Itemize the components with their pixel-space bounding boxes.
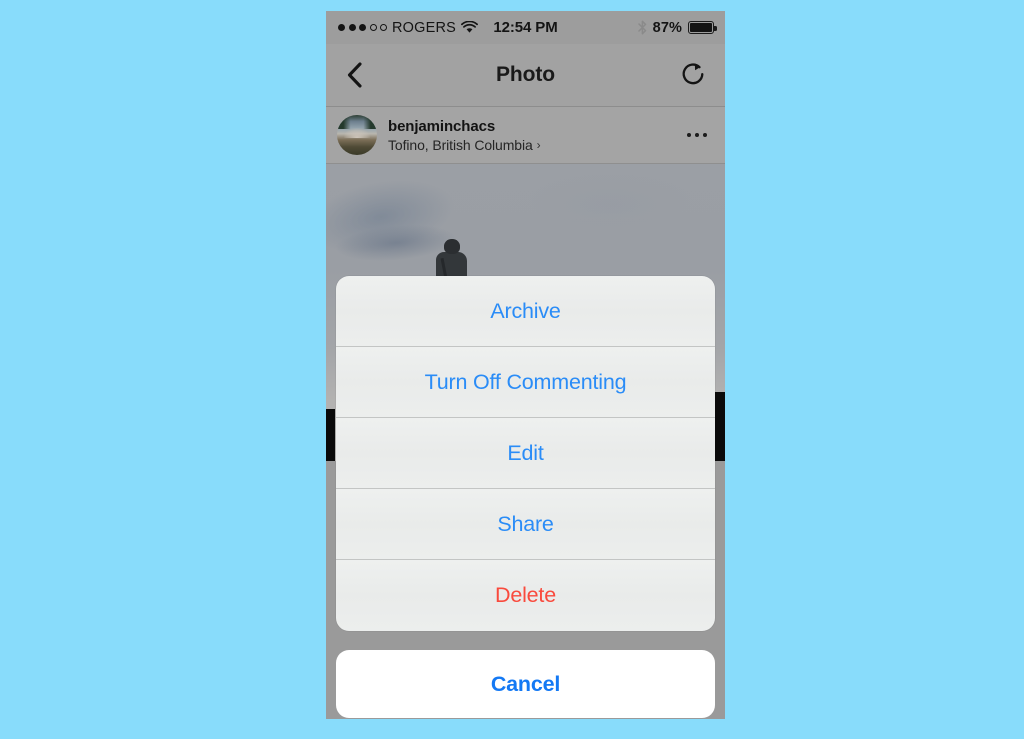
- more-options-icon[interactable]: [686, 132, 707, 138]
- chevron-right-icon: ›: [536, 137, 541, 152]
- cloud-wisp: [525, 174, 695, 234]
- battery-icon: [688, 21, 717, 34]
- navigation-bar: Photo: [326, 44, 725, 107]
- person-head: [444, 239, 460, 254]
- cancel-button[interactable]: Cancel: [336, 650, 715, 718]
- action-sheet-item-archive[interactable]: Archive: [336, 276, 715, 347]
- avatar[interactable]: [337, 115, 377, 155]
- action-sheet-item-edit[interactable]: Edit: [336, 418, 715, 489]
- post-meta: benjaminchacs Tofino, British Columbia ›: [388, 118, 541, 153]
- bluetooth-icon: [637, 20, 647, 35]
- back-button[interactable]: [343, 60, 367, 90]
- action-sheet-item-share[interactable]: Share: [336, 489, 715, 560]
- photo-edge-right: [714, 392, 725, 461]
- photo-edge-left: [326, 409, 335, 461]
- refresh-button[interactable]: [681, 61, 707, 89]
- battery-percent-label: 87%: [652, 19, 682, 36]
- action-sheet-item-delete[interactable]: Delete: [336, 560, 715, 631]
- action-sheet: Archive Turn Off Commenting Edit Share D…: [336, 276, 715, 631]
- phone-screen: ROGERS 12:54 PM 87% Photo benjaminchacs …: [326, 11, 725, 719]
- status-bar: ROGERS 12:54 PM 87%: [326, 11, 725, 44]
- location-row[interactable]: Tofino, British Columbia ›: [388, 137, 541, 153]
- page-title: Photo: [496, 63, 555, 86]
- action-sheet-item-turn-off-commenting[interactable]: Turn Off Commenting: [336, 347, 715, 418]
- status-bar-right: 87%: [637, 19, 717, 36]
- location-label: Tofino, British Columbia: [388, 136, 533, 153]
- post-header: benjaminchacs Tofino, British Columbia ›: [326, 107, 725, 164]
- username-label[interactable]: benjaminchacs: [388, 118, 541, 135]
